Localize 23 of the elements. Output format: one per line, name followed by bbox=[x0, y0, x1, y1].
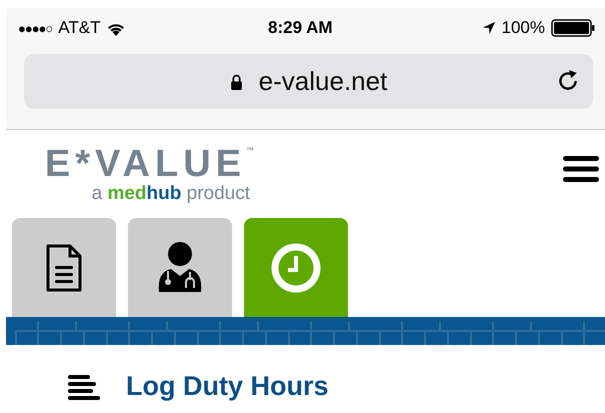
carrier-name: AT&T bbox=[58, 18, 100, 38]
signal-strength: ●●●●○ bbox=[18, 20, 52, 36]
doctor-icon bbox=[157, 242, 203, 294]
clock-icon bbox=[271, 242, 321, 292]
logo-wordmark: E*VALUE bbox=[44, 146, 246, 182]
lock-icon bbox=[230, 74, 243, 90]
battery-icon bbox=[551, 19, 595, 37]
page-title: Log Duty Hours bbox=[126, 371, 328, 402]
list-icon bbox=[68, 374, 100, 400]
menu-icon[interactable] bbox=[563, 154, 599, 184]
logo-tagline: product bbox=[186, 183, 250, 204]
clock-time: 8:29 AM bbox=[268, 18, 333, 38]
document-icon bbox=[46, 244, 82, 292]
tab[interactable] bbox=[128, 218, 232, 317]
tab[interactable] bbox=[12, 218, 116, 317]
address-bar[interactable]: e-value.net bbox=[24, 54, 593, 109]
battery-percent: 100% bbox=[502, 18, 545, 38]
trademark: ™ bbox=[246, 146, 254, 155]
location-arrow-icon bbox=[482, 21, 496, 35]
logo-tagline: med bbox=[107, 183, 147, 204]
logo-tagline: hub bbox=[146, 183, 182, 204]
url-text: e-value.net bbox=[258, 66, 388, 97]
logo-tagline: a bbox=[92, 183, 104, 204]
